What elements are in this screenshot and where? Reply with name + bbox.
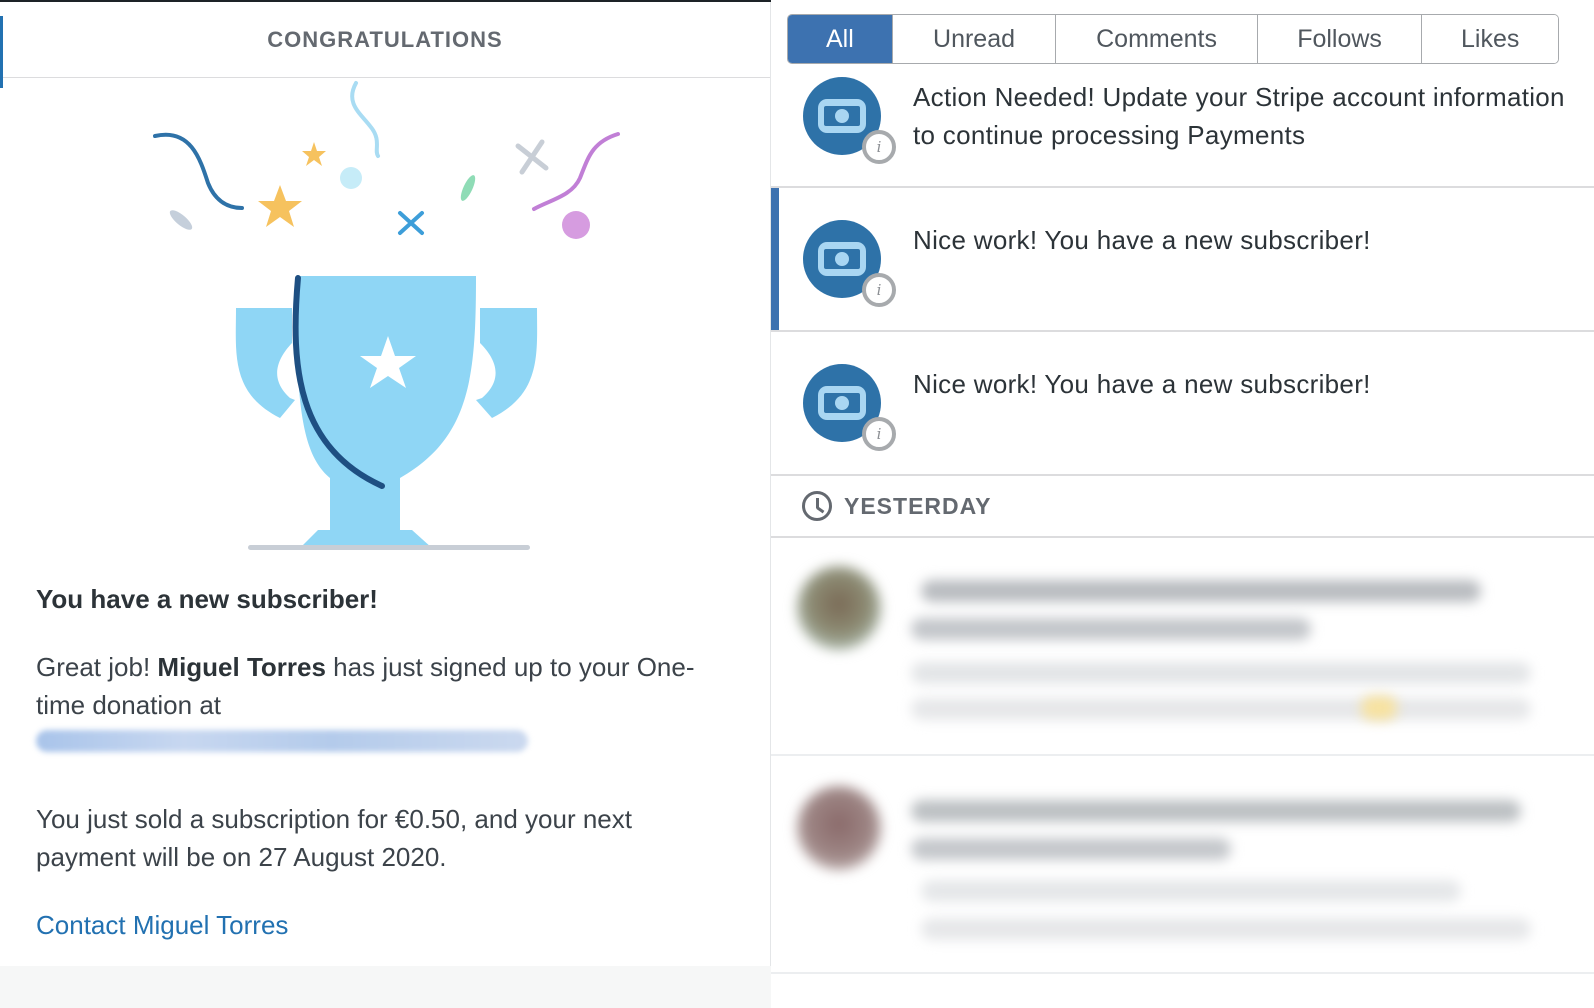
trophy-left-handle (235, 308, 295, 418)
notification-text: Nice work! You have a new subscriber! (913, 225, 1371, 255)
confetti-dot (562, 211, 590, 239)
notification-text: Nice work! You have a new subscriber! (913, 369, 1371, 399)
panel-footer (0, 966, 771, 1008)
tab-follows[interactable]: Follows (1256, 15, 1422, 63)
confetti-streamer (532, 132, 620, 211)
redacted-text (921, 880, 1461, 902)
confetti-piece (460, 175, 476, 201)
detail-title: CONGRATULATIONS (267, 26, 503, 52)
notification-message: You have a new subscriber! Great job! Mi… (36, 584, 736, 941)
tab-unread[interactable]: Unread (891, 15, 1056, 63)
notification-text: Action Needed! Update your Stripe accoun… (913, 82, 1565, 150)
subscriber-name: Miguel Torres (157, 652, 326, 682)
notification-item[interactable]: i Action Needed! Update your Stripe acco… (771, 66, 1594, 188)
confetti-streamer (153, 132, 244, 210)
info-badge-icon: i (862, 273, 896, 307)
site-link-redacted[interactable] (36, 730, 528, 752)
notification-item[interactable]: i Nice work! You have a new subscriber! (771, 332, 1594, 476)
notifications-list-panel: All Unread Comments Follows Likes i Acti… (771, 0, 1594, 1008)
message-body-prefix: Great job! (36, 652, 158, 682)
redacted-text (921, 918, 1531, 940)
trophy-right-handle (476, 308, 538, 418)
redacted-text (911, 662, 1531, 684)
redacted-text (911, 838, 1231, 860)
notification-detail-panel: CONGRATULATIONS You have a new subscribe… (0, 2, 771, 1008)
section-header-yesterday: YESTERDAY (771, 476, 1594, 538)
redacted-emoji (1361, 696, 1397, 720)
info-badge-icon: i (862, 417, 896, 451)
notification-item-redacted[interactable] (771, 538, 1594, 756)
tab-all[interactable]: All (788, 15, 892, 63)
confetti-cross (398, 211, 424, 235)
tab-likes[interactable]: Likes (1421, 15, 1558, 63)
notification-filter-tabs: All Unread Comments Follows Likes (787, 14, 1559, 64)
redacted-text (911, 800, 1521, 822)
confetti-star (258, 185, 302, 227)
avatar (797, 566, 881, 650)
contact-subscriber-link[interactable]: Contact Miguel Torres (36, 910, 288, 941)
avatar (797, 786, 881, 870)
message-heading: You have a new subscriber! (36, 584, 378, 614)
message-body: Great job! Miguel Torres has just signed… (36, 648, 736, 762)
trophy-cup (296, 276, 476, 530)
sale-details: You just sold a subscription for €0.50, … (36, 804, 632, 872)
tab-comments[interactable]: Comments (1055, 15, 1257, 63)
info-badge-icon: i (862, 130, 896, 164)
clock-icon (802, 491, 832, 521)
redacted-text (911, 698, 1531, 720)
notification-item-redacted[interactable] (771, 756, 1594, 974)
notification-item-selected[interactable]: i Nice work! You have a new subscriber! (771, 188, 1594, 332)
trophy-ground-line (248, 545, 530, 550)
confetti-streamer (350, 81, 380, 158)
redacted-text (921, 580, 1481, 602)
trophy-celebration-illustration (153, 81, 620, 550)
confetti-piece (169, 210, 193, 230)
detail-header: CONGRATULATIONS (0, 2, 770, 78)
panel-edge-accent (0, 16, 3, 88)
redacted-text (911, 618, 1311, 640)
confetti-dot (340, 167, 362, 189)
confetti-cross (515, 139, 549, 175)
section-label: YESTERDAY (844, 492, 992, 519)
confetti-star (302, 142, 326, 166)
